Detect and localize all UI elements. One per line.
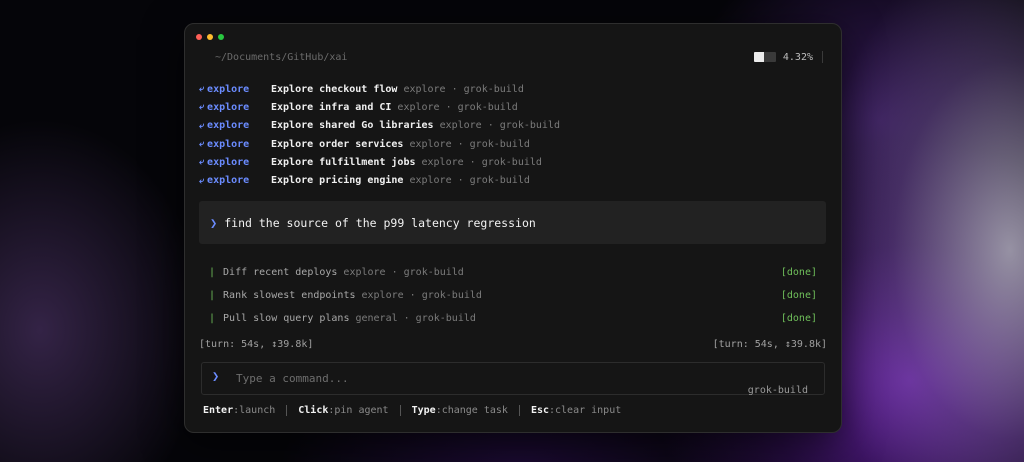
chevron-right-icon: ❯	[210, 215, 218, 230]
close-window-button[interactable]	[196, 34, 202, 40]
task-row[interactable]: | Diff recent deploys explore · grok-bui…	[209, 261, 817, 284]
branch-icon: ⤶	[199, 157, 205, 168]
prompt-text: find the source of the p99 latency regre…	[224, 215, 536, 230]
agent-row[interactable]: ⤶ explore Explore order services explore …	[199, 135, 560, 153]
terminal-window: ~/Documents/GitHub/xai 4.32% ⤶ explore Ex…	[184, 23, 842, 433]
command-input-box[interactable]: ❯ grok-build	[201, 362, 825, 396]
agent-tag: ⤶ explore	[199, 175, 271, 186]
agent-tag-label: explore	[207, 120, 250, 132]
task-row[interactable]: | Rank slowest endpoints explore · grok-…	[209, 284, 817, 307]
hint-desc: :change task	[435, 405, 508, 416]
agent-row[interactable]: ⤶ explore Explore infra and CI explore · …	[199, 98, 560, 116]
chevron-right-icon: ❯	[212, 369, 220, 383]
branch-icon: ⤶	[199, 84, 205, 95]
agent-tag-label: explore	[207, 156, 250, 168]
agent-tag: ⤶ explore	[199, 157, 271, 168]
divider	[399, 405, 401, 416]
branch-icon: ⤶	[199, 139, 205, 150]
agent-meta: explore · grok-build	[403, 83, 524, 95]
agent-meta: explore · grok-build	[439, 120, 560, 132]
agent-list: ⤶ explore Explore checkout flow explore ·…	[199, 80, 560, 190]
agent-row[interactable]: ⤶ explore Explore fulfillment jobs explor…	[199, 153, 560, 171]
working-directory-path: ~/Documents/GitHub/xai	[215, 52, 348, 63]
task-title: Diff recent deploys	[223, 267, 338, 278]
hint-key: Esc	[530, 405, 549, 416]
divider	[822, 51, 823, 63]
agent-tag: ⤶ explore	[199, 84, 271, 95]
task-meta: general · grok-build	[355, 313, 476, 324]
agent-tag-label: explore	[207, 101, 250, 113]
agent-meta: explore · grok-build	[397, 101, 518, 113]
hint-desc: :pin agent	[328, 405, 389, 416]
maximize-window-button[interactable]	[218, 34, 224, 40]
turn-stats-right: [turn: 54s, ↕39.8k]	[712, 339, 827, 350]
task-bar-icon: |	[209, 267, 216, 278]
agent-row[interactable]: ⤶ explore Explore shared Go libraries exp…	[199, 117, 560, 135]
task-title: Rank slowest endpoints	[223, 290, 356, 301]
active-prompt: ❯ find the source of the p99 latency reg…	[199, 201, 826, 244]
agent-tag: ⤶ explore	[199, 120, 271, 131]
task-status: [done]	[780, 267, 817, 278]
minimize-window-button[interactable]	[207, 34, 213, 40]
task-bar-icon: |	[209, 313, 216, 324]
agent-row[interactable]: ⤶ explore Explore pricing engine explore …	[199, 171, 560, 189]
agent-meta: explore · grok-build	[421, 156, 542, 168]
divider	[518, 405, 520, 416]
task-status: [done]	[780, 313, 817, 324]
agent-title: Explore pricing engine	[271, 175, 404, 187]
hint-desc: :clear input	[549, 405, 622, 416]
context-usage-label: 4.32%	[782, 51, 813, 63]
keyboard-hints: Enter:launch Click:pin agent Type:change…	[203, 405, 621, 416]
task-list: | Diff recent deploys explore · grok-bui…	[209, 261, 817, 330]
context-usage-fill	[753, 52, 764, 62]
hint-key: Click	[298, 405, 329, 416]
divider	[286, 405, 288, 416]
task-row[interactable]: | Pull slow query plans general · grok-b…	[209, 307, 817, 330]
agent-tag-label: explore	[207, 138, 250, 150]
context-usage-bar	[753, 52, 776, 62]
hint-key: Type	[411, 405, 436, 416]
task-meta: explore · grok-build	[343, 267, 464, 278]
task-bar-icon: |	[209, 290, 216, 301]
agent-title: Explore infra and CI	[271, 101, 392, 113]
task-meta: explore · grok-build	[361, 290, 482, 301]
agent-meta: explore · grok-build	[409, 175, 530, 187]
agent-row[interactable]: ⤶ explore Explore checkout flow explore ·…	[199, 80, 560, 98]
branch-icon: ⤶	[199, 102, 205, 113]
hint-desc: :launch	[233, 405, 276, 416]
agent-tag-label: explore	[207, 175, 250, 187]
agent-title: Explore fulfillment jobs	[271, 156, 416, 168]
agent-tag: ⤶ explore	[199, 102, 271, 113]
task-status: [done]	[780, 290, 817, 301]
input-agent-label: grok-build	[747, 385, 808, 396]
branch-icon: ⤶	[199, 175, 205, 186]
window-controls	[196, 34, 224, 40]
agent-title: Explore shared Go libraries	[271, 120, 434, 132]
agent-tag: ⤶ explore	[199, 139, 271, 150]
agent-meta: explore · grok-build	[409, 138, 530, 150]
task-title: Pull slow query plans	[223, 313, 350, 324]
command-input[interactable]	[236, 369, 656, 387]
agent-title: Explore checkout flow	[271, 83, 398, 95]
agent-title: Explore order services	[271, 138, 404, 150]
hint-key: Enter	[203, 405, 234, 416]
turn-stats-left: [turn: 54s, ↕39.8k]	[199, 339, 314, 350]
context-usage: 4.32%	[753, 51, 823, 63]
branch-icon: ⤶	[199, 120, 205, 131]
agent-tag-label: explore	[207, 83, 250, 95]
